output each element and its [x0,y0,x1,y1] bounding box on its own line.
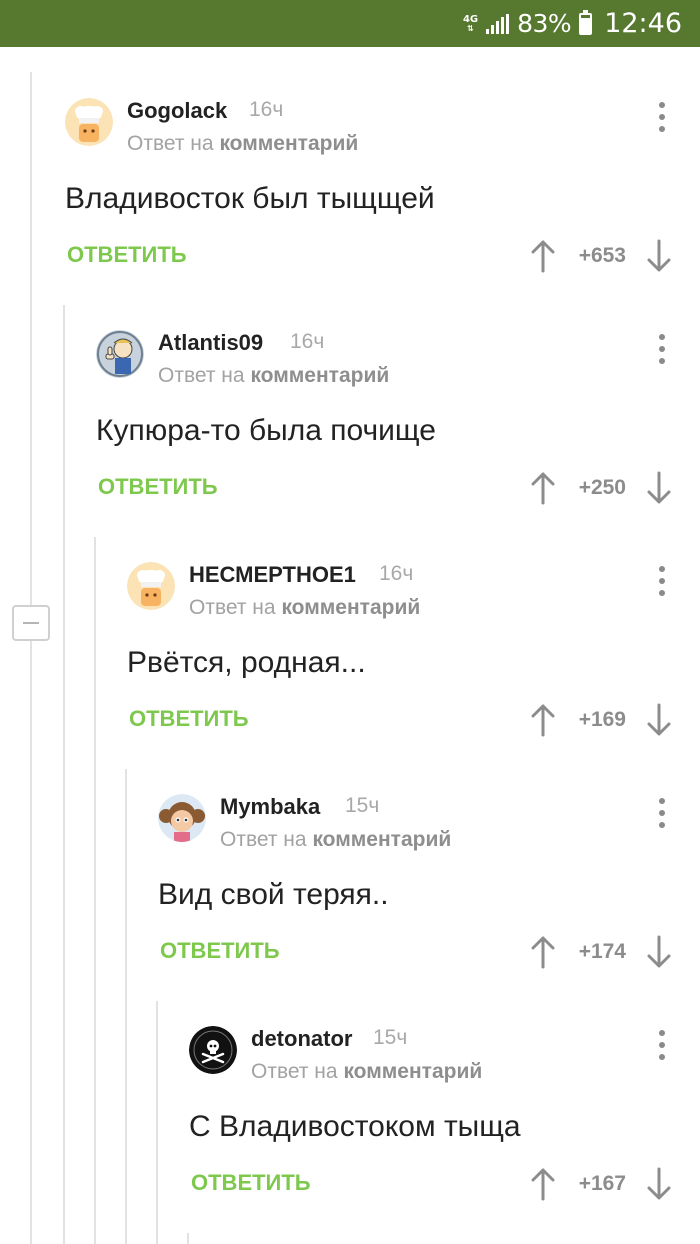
reply-button[interactable]: ОТВЕТИТЬ [129,706,249,732]
arrow-up-icon[interactable] [530,1167,556,1201]
reply-to-prefix: Ответ на [158,364,245,387]
comment-rating: +250 [578,476,626,499]
reply-to-line: Ответ на комментарий [127,132,358,156]
arrow-down-icon[interactable] [646,703,672,737]
thread-line [30,72,32,1244]
arrow-down-icon[interactable] [646,935,672,969]
comment-rating: +169 [578,708,626,731]
more-vertical-icon[interactable] [658,334,666,364]
comment-time: 15ч [373,1026,408,1049]
reply-button[interactable]: ОТВЕТИТЬ [191,1170,311,1196]
comment-author[interactable]: Gogolack [127,98,227,124]
arrow-up-icon[interactable] [530,471,556,505]
more-vertical-icon[interactable] [658,1030,666,1060]
comment-text: Вид свой теряя.. [158,878,389,911]
more-vertical-icon[interactable] [658,102,666,132]
arrow-up-icon[interactable] [530,935,556,969]
minus-icon [23,622,39,624]
comment: Mymbaka 15ч Ответ на комментарий Вид сво… [158,774,700,1006]
reply-to-prefix: Ответ на [127,132,214,155]
comment-author[interactable]: НЕСМЕРТНОЕ1 [189,562,356,588]
comment-text: Рвётся, родная... [127,646,366,679]
comment: Atlantis09 16ч Ответ на комментарий Купю… [96,310,700,542]
comment-time: 16ч [379,562,414,585]
user-avatar[interactable] [189,1026,237,1074]
comment-time: 15ч [345,794,380,817]
user-avatar[interactable] [65,98,113,146]
comment-rating: +653 [578,244,626,267]
arrow-down-icon[interactable] [646,471,672,505]
arrow-down-icon[interactable] [646,1167,672,1201]
comment-rating: +174 [578,940,626,963]
comment-author[interactable]: Mymbaka [220,794,320,820]
comment-time: 16ч [290,330,325,353]
clock: 12:46 [604,8,682,39]
collapse-thread-button[interactable] [12,605,50,641]
thread-line [63,305,65,1244]
reply-to-prefix: Ответ на [220,828,307,851]
arrow-down-icon[interactable] [646,239,672,273]
comment-text: Владивосток был тыщщей [65,182,435,215]
reply-to-prefix: Ответ на [189,596,276,619]
battery-icon [579,9,593,35]
user-avatar[interactable] [158,794,206,842]
signal-icon [486,13,510,34]
comment: НЕСМЕРТНОЕ1 16ч Ответ на комментарий Рвё… [127,542,700,774]
status-bar: 4G ⇅ 83% 12:46 [0,0,700,47]
more-vertical-icon[interactable] [658,566,666,596]
data-arrows-icon: ⇅ [467,23,474,33]
user-avatar[interactable] [127,562,175,610]
arrow-up-icon[interactable] [530,239,556,273]
reply-to-line: Ответ на комментарий [158,364,389,388]
thread-line [156,1001,158,1244]
reply-button[interactable]: ОТВЕТИТЬ [98,474,218,500]
reply-to-line: Ответ на комментарий [220,828,451,852]
comment-text: С Владивостоком тыща [189,1110,521,1143]
reply-to-line: Ответ на комментарий [251,1060,482,1084]
battery-percent: 83% [517,9,572,38]
network-indicator: 4G ⇅ [462,13,479,33]
comment: Gogolack 16ч Ответ на комментарий Владив… [65,78,700,310]
thread-line [125,769,127,1244]
thread-line [94,537,96,1244]
comment-text: Купюра-то была почище [96,414,436,447]
comment: detonator 15ч Ответ на комментарий С Вла… [189,1006,700,1238]
reply-button[interactable]: ОТВЕТИТЬ [160,938,280,964]
arrow-up-icon[interactable] [530,703,556,737]
reply-to-link[interactable]: комментарий [250,364,389,387]
reply-to-link[interactable]: комментарий [312,828,451,851]
reply-to-line: Ответ на комментарий [189,596,420,620]
network-type: 4G [462,13,479,25]
reply-to-link[interactable]: комментарий [343,1060,482,1083]
reply-to-link[interactable]: комментарий [281,596,420,619]
comment-author[interactable]: detonator [251,1026,352,1052]
comment-author[interactable]: Atlantis09 [158,330,263,356]
reply-button[interactable]: ОТВЕТИТЬ [67,242,187,268]
comment-rating: +167 [578,1172,626,1195]
reply-to-prefix: Ответ на [251,1060,338,1083]
user-avatar[interactable] [96,330,144,378]
comment-time: 16ч [249,98,284,121]
more-vertical-icon[interactable] [658,798,666,828]
reply-to-link[interactable]: комментарий [219,132,358,155]
